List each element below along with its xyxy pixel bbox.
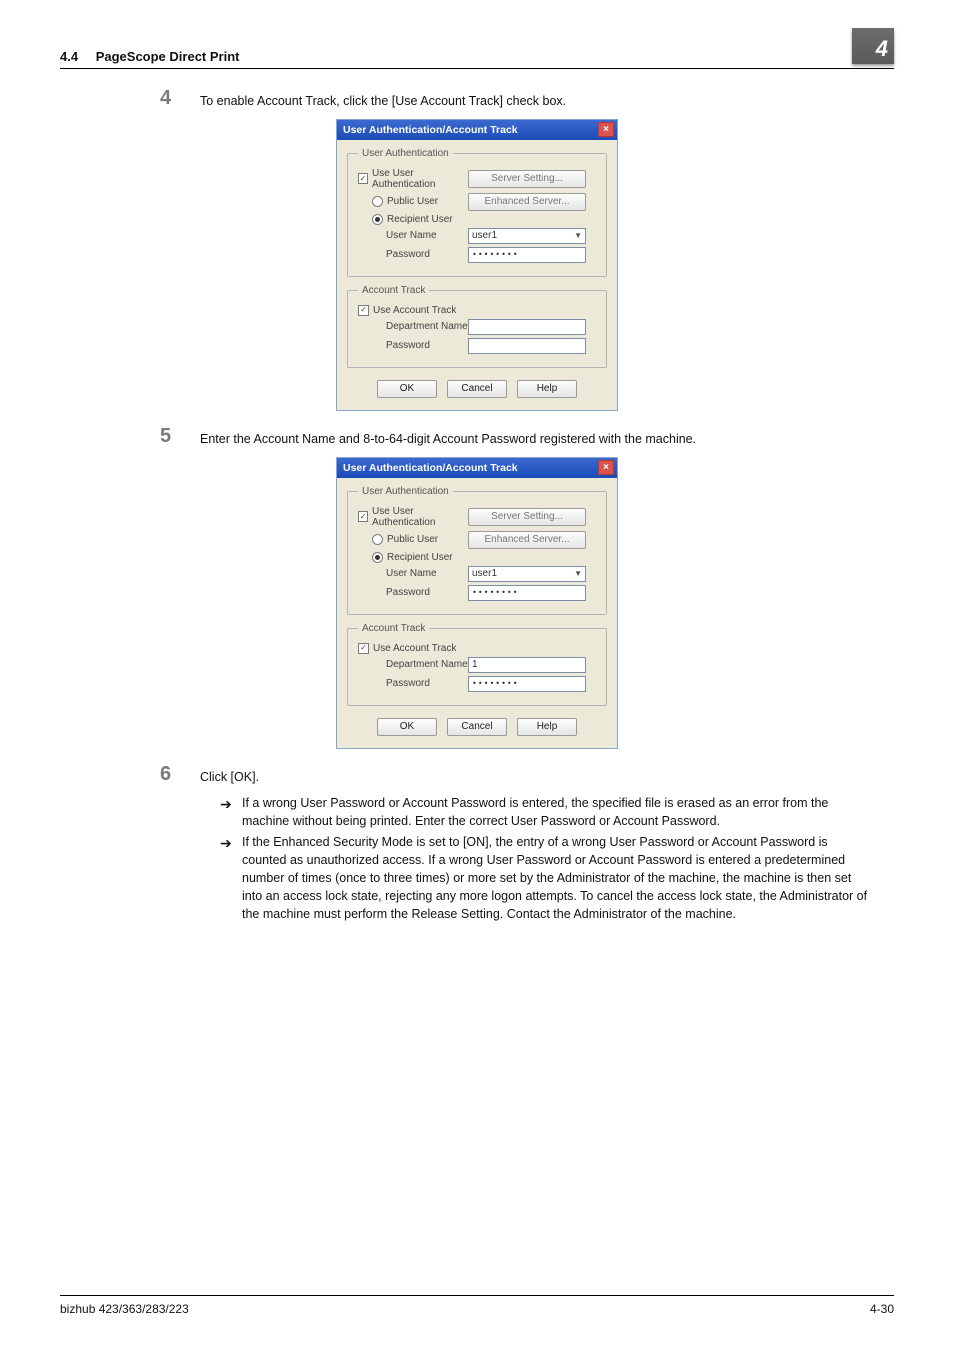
use-user-auth-checkbox[interactable]: ✓ (358, 511, 368, 522)
user-auth-group: User Authentication ✓ Use User Authentica… (347, 486, 607, 615)
recipient-user-radio[interactable] (372, 552, 383, 563)
use-account-track-checkbox[interactable]: ✓ (358, 305, 369, 316)
section-number: 4.4 (60, 49, 78, 64)
help-button[interactable]: Help (517, 380, 577, 398)
use-account-track-checkbox[interactable]: ✓ (358, 643, 369, 654)
user-auth-legend: User Authentication (358, 148, 453, 159)
step-number: 4 (160, 87, 200, 111)
account-track-legend: Account Track (358, 285, 429, 296)
ok-button[interactable]: OK (377, 380, 437, 398)
step-number: 5 (160, 425, 200, 449)
step-5: 5 Enter the Account Name and 8-to-64-dig… (60, 425, 894, 449)
footer-model: bizhub 423/363/283/223 (60, 1302, 189, 1316)
arrow-right-icon: ➔ (220, 833, 242, 924)
user-auth-group: User Authentication ✓ Use User Authentica… (347, 148, 607, 277)
dept-name-label: Department Name (358, 659, 468, 670)
account-track-group: Account Track ✓ Use Account Track Departm… (347, 285, 607, 368)
password-input[interactable]: •••••••• (468, 585, 586, 601)
dialog-title: User Authentication/Account Track (343, 462, 518, 474)
bullet-text: If a wrong User Password or Account Pass… (242, 794, 874, 830)
cancel-button[interactable]: Cancel (447, 718, 507, 736)
use-user-auth-checkbox[interactable]: ✓ (358, 173, 368, 184)
chapter-badge-wrap: 4 (852, 28, 894, 64)
dept-name-label: Department Name (358, 321, 468, 332)
public-user-radio[interactable] (372, 196, 383, 207)
account-track-legend: Account Track (358, 623, 429, 634)
footer-page: 4-30 (870, 1302, 894, 1316)
at-password-input[interactable]: •••••••• (468, 676, 586, 692)
public-user-label: Public User (387, 196, 438, 207)
dialog-title-bar: User Authentication/Account Track × (337, 458, 617, 478)
step-text: Enter the Account Name and 8-to-64-digit… (200, 425, 696, 449)
bullet-item: ➔ If a wrong User Password or Account Pa… (220, 794, 874, 830)
section-title: PageScope Direct Print (96, 49, 240, 64)
header-row: 4.4 PageScope Direct Print 4 (60, 28, 894, 64)
help-button[interactable]: Help (517, 718, 577, 736)
user-name-label: User Name (358, 568, 468, 579)
at-password-label: Password (358, 678, 468, 689)
at-password-input[interactable] (468, 338, 586, 354)
chevron-down-icon[interactable]: ▼ (574, 231, 582, 240)
password-input[interactable]: •••••••• (468, 247, 586, 263)
bullet-text: If the Enhanced Security Mode is set to … (242, 833, 874, 924)
dept-name-input[interactable] (468, 319, 586, 335)
user-name-input[interactable]: user1 ▼ (468, 228, 586, 244)
enhanced-server-button[interactable]: Enhanced Server... (468, 193, 586, 211)
header-rule (60, 68, 894, 69)
dept-name-input[interactable]: 1 (468, 657, 586, 673)
ok-button[interactable]: OK (377, 718, 437, 736)
step-4: 4 To enable Account Track, click the [Us… (60, 87, 894, 111)
public-user-radio[interactable] (372, 534, 383, 545)
password-label: Password (358, 587, 468, 598)
use-user-auth-label: Use User Authentication (372, 168, 468, 190)
use-account-track-label: Use Account Track (373, 305, 456, 316)
page-footer: bizhub 423/363/283/223 4-30 (60, 1295, 894, 1316)
dialog-title: User Authentication/Account Track (343, 124, 518, 136)
bullet-item: ➔ If the Enhanced Security Mode is set t… (220, 833, 874, 924)
bullet-list: ➔ If a wrong User Password or Account Pa… (60, 794, 894, 923)
user-name-input[interactable]: user1 ▼ (468, 566, 586, 582)
step-6: 6 Click [OK]. (60, 763, 894, 787)
auth-dialog-2: User Authentication/Account Track × User… (336, 457, 618, 749)
use-account-track-label: Use Account Track (373, 643, 456, 654)
dialog-title-bar: User Authentication/Account Track × (337, 120, 617, 140)
cancel-button[interactable]: Cancel (447, 380, 507, 398)
user-name-value: user1 (472, 230, 497, 241)
auth-dialog: User Authentication/Account Track × User… (336, 119, 618, 411)
step-text: To enable Account Track, click the [Use … (200, 87, 566, 111)
user-auth-legend: User Authentication (358, 486, 453, 497)
close-icon[interactable]: × (598, 122, 614, 137)
section-header: 4.4 PageScope Direct Print (60, 49, 239, 64)
step-number: 6 (160, 763, 200, 787)
step-text: Click [OK]. (200, 763, 259, 787)
close-icon[interactable]: × (598, 460, 614, 475)
chevron-down-icon[interactable]: ▼ (574, 569, 582, 578)
recipient-user-label: Recipient User (387, 552, 453, 563)
public-user-label: Public User (387, 534, 438, 545)
enhanced-server-button[interactable]: Enhanced Server... (468, 531, 586, 549)
recipient-user-label: Recipient User (387, 214, 453, 225)
password-label: Password (358, 249, 468, 260)
account-track-group: Account Track ✓ Use Account Track Departm… (347, 623, 607, 706)
server-setting-button[interactable]: Server Setting... (468, 508, 586, 526)
arrow-right-icon: ➔ (220, 794, 242, 830)
user-name-label: User Name (358, 230, 468, 241)
at-password-label: Password (358, 340, 468, 351)
user-name-value: user1 (472, 568, 497, 579)
server-setting-button[interactable]: Server Setting... (468, 170, 586, 188)
recipient-user-radio[interactable] (372, 214, 383, 225)
use-user-auth-label: Use User Authentication (372, 506, 468, 528)
chapter-badge: 4 (852, 28, 894, 64)
